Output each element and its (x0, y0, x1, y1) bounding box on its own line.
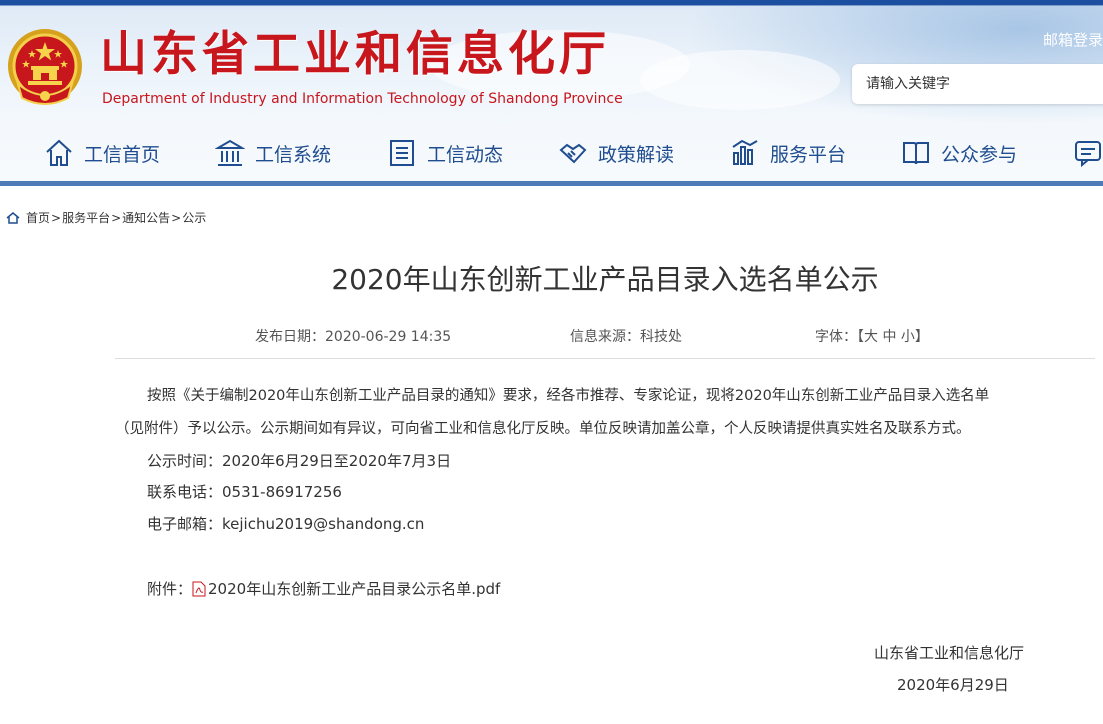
nav-item-home[interactable]: 工信首页 (44, 137, 160, 169)
breadcrumb-separator: > (111, 210, 122, 225)
home-icon (46, 139, 72, 166)
site-subtitle: Department of Industry and Information T… (102, 91, 623, 107)
nav-item-label: 工信动态 (427, 143, 504, 166)
message-icon (1075, 141, 1101, 168)
font-size-medium-button[interactable]: 中 (882, 329, 896, 345)
nav-item-label: 公众参与 (941, 143, 1018, 166)
bar-chart-icon (732, 139, 758, 165)
font-size-label: 字体： (815, 329, 857, 345)
search-box (852, 64, 1103, 104)
nav-item-label: 政策解读 (598, 143, 675, 166)
nav-item-system[interactable]: 工信系统 (215, 137, 331, 169)
nav-item-participation[interactable]: 公众参与 (901, 137, 1017, 169)
site-title[interactable]: 山东省工业和信息化厅 (100, 26, 610, 84)
mail-login-link[interactable]: 邮箱登录 (1043, 29, 1103, 50)
main-nav: 工信首页 工信系统 工信动态 政策解读 服务平台 公众参与 (0, 125, 1103, 181)
site-header: 山东省工业和信息化厅 Department of Industry and In… (0, 0, 1103, 185)
document-icon (390, 140, 414, 166)
national-emblem-icon[interactable] (6, 26, 84, 108)
nav-item-label: 工信系统 (255, 143, 332, 166)
handshake-icon (559, 143, 587, 164)
meta-divider (115, 358, 1095, 359)
book-icon (903, 142, 929, 165)
signature-date: 2020年6月29日 (897, 676, 1009, 694)
font-size-large-button[interactable]: 大 (864, 329, 878, 345)
body-paragraph-line: 按照《关于编制2020年山东创新工业产品目录的通知》要求，经各市推荐、专家论证，… (147, 388, 990, 404)
attachment: 附件： 2020年山东创新工业产品目录公示名单.pdf (147, 578, 500, 599)
breadcrumb-notice[interactable]: 通知公告 (122, 209, 170, 226)
cloud-decoration (640, 50, 840, 110)
publish-date: 发布日期：2020-06-29 14:35 (255, 329, 452, 345)
article-title: 2020年山东创新工业产品目录入选名单公示 (331, 263, 879, 296)
breadcrumb-current[interactable]: 公示 (182, 209, 206, 226)
breadcrumb: 首页 > 服务平台 > 通知公告 > 公示 (6, 209, 206, 226)
contact-phone: 联系电话：0531-86917256 (147, 483, 342, 501)
font-size-bracket: 】 (914, 329, 929, 345)
nav-item-service[interactable]: 服务平台 (730, 137, 846, 169)
contact-email: 电子邮箱：kejichu2019@shandong.cn (147, 515, 425, 533)
attachment-label: 附件： (147, 580, 193, 598)
home-icon[interactable] (6, 211, 20, 224)
nav-item-label: 工信首页 (84, 143, 161, 166)
breadcrumb-service[interactable]: 服务平台 (62, 209, 110, 226)
attachment-file-link[interactable]: 2020年山东创新工业产品目录公示名单.pdf (208, 578, 500, 599)
font-size-small-button[interactable]: 小 (901, 329, 915, 345)
font-size-bracket: 【 (857, 329, 864, 345)
search-input[interactable] (866, 64, 1096, 104)
font-size-control: 字体：【大 中 小】 (815, 326, 929, 346)
breadcrumb-home[interactable]: 首页 (26, 209, 50, 226)
breadcrumb-separator: > (171, 210, 182, 225)
breadcrumb-separator: > (51, 210, 62, 225)
nav-item-news[interactable]: 工信动态 (387, 137, 503, 169)
nav-divider (0, 181, 1103, 186)
nav-item-policy[interactable]: 政策解读 (558, 137, 674, 169)
pdf-icon (192, 581, 206, 596)
body-paragraph-line: （见附件）予以公示。公示期间如有异议，可向省工业和信息化厅反映。单位反映请加盖公… (115, 421, 971, 437)
nav-item-message[interactable] (1073, 137, 1103, 169)
building-icon (215, 139, 245, 166)
signature-org: 山东省工业和信息化厅 (874, 644, 1025, 662)
info-source: 信息来源：科技处 (570, 329, 682, 345)
nav-item-label: 服务平台 (770, 143, 847, 166)
notice-period: 公示时间：2020年6月29日至2020年7月3日 (147, 452, 452, 470)
